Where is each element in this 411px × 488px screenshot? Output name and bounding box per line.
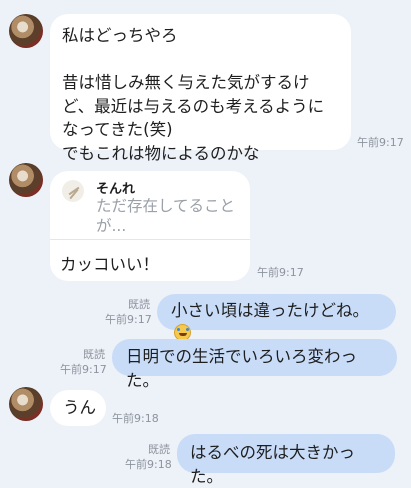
avatar[interactable] bbox=[9, 387, 43, 421]
quoted-message[interactable]: そんれ ただ存在してることが... bbox=[50, 171, 250, 240]
message-text: 私はどっちやろ 昔は惜しみ無く与えた気がするけど、最近は与えるのも考えるようにな… bbox=[62, 26, 325, 163]
message-time: 午前9:17 bbox=[105, 313, 152, 326]
quoted-sender-name: そんれ bbox=[96, 182, 136, 197]
message-time: 午前9:17 bbox=[357, 136, 404, 149]
message-time: 午前9:18 bbox=[112, 412, 159, 425]
message-text: 日明での生活でいろいろ変わった。 bbox=[126, 347, 357, 390]
message-time: 午前9:18 bbox=[125, 458, 172, 471]
quoted-text: ただ存在してることが... bbox=[96, 197, 236, 235]
read-receipt: 既読 bbox=[83, 348, 105, 361]
read-receipt: 既読 bbox=[128, 298, 150, 311]
rolling-on-floor-laughing-icon bbox=[174, 323, 191, 341]
message-text: はるべの死は大きかった。 bbox=[190, 443, 355, 486]
message-bubble-outgoing[interactable]: 日明での生活でいろいろ変わった。 bbox=[112, 339, 397, 390]
message-text: うん bbox=[63, 398, 96, 417]
message-time: 午前9:17 bbox=[60, 363, 107, 376]
avatar[interactable] bbox=[9, 163, 43, 197]
read-receipt: 既読 bbox=[148, 443, 170, 456]
message-bubble-outgoing[interactable]: 小さい頃は違ったけどね。 bbox=[157, 294, 396, 341]
message-bubble-outgoing[interactable]: はるべの死は大きかった。 bbox=[177, 434, 395, 486]
message-text: カッコいい！ bbox=[60, 255, 159, 274]
message-bubble-incoming[interactable]: うん bbox=[50, 390, 106, 426]
message-bubble-incoming[interactable]: 私はどっちやろ 昔は惜しみ無く与えた気がするけど、最近は与えるのも考えるようにな… bbox=[50, 14, 351, 163]
message-bubble-incoming-reply[interactable]: そんれ ただ存在してることが... カッコいい！ bbox=[50, 171, 250, 281]
avatar[interactable] bbox=[9, 14, 43, 48]
message-time: 午前9:17 bbox=[257, 266, 304, 279]
message-text: 小さい頃は違ったけどね。 bbox=[171, 301, 369, 320]
quoted-sticker-icon bbox=[62, 180, 84, 202]
